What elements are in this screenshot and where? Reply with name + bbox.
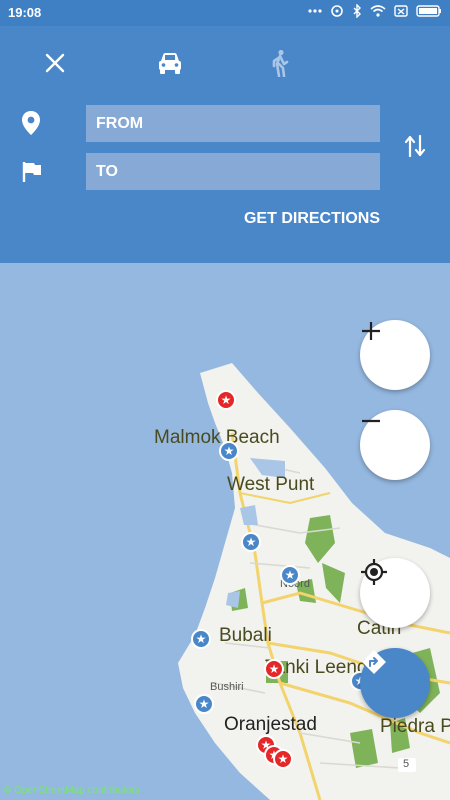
- map-label-bushiri: Bushiri: [210, 681, 244, 693]
- status-bar: 19:08: [0, 0, 450, 26]
- my-location-button[interactable]: [360, 558, 430, 628]
- origin-pin-icon: [17, 109, 45, 137]
- status-time: 19:08: [8, 5, 42, 20]
- map-attribution: © OpenStreetMap contributors: [4, 785, 140, 796]
- close-icon: [44, 52, 66, 79]
- map-road-number: 5: [403, 758, 410, 770]
- poi-marker-star[interactable]: ★: [264, 659, 284, 679]
- more-dots-icon: [308, 9, 322, 13]
- battery-icon: [416, 5, 442, 17]
- zoom-out-button[interactable]: [360, 410, 430, 480]
- sim-icon: [394, 5, 408, 17]
- map-label-west-punt: West Punt: [227, 474, 315, 495]
- poi-marker-star[interactable]: ★: [273, 749, 293, 769]
- bluetooth-icon: [352, 4, 362, 18]
- destination-flag-icon: [18, 158, 46, 186]
- poi-marker-star[interactable]: ★: [191, 629, 211, 649]
- status-icons: [308, 4, 442, 18]
- map-view[interactable]: Malmok Beach West Punt Noord Bubali Bush…: [0, 263, 450, 800]
- map-label-piedra-plat: Piedra Pl: [380, 716, 450, 737]
- walk-icon: [270, 49, 290, 82]
- poi-marker-star[interactable]: ★: [241, 532, 261, 552]
- to-field[interactable]: TO: [86, 153, 380, 190]
- from-field[interactable]: FROM: [86, 105, 380, 142]
- map-label-malmok-beach: Malmok Beach: [154, 427, 280, 448]
- map-label-bubali: Bubali: [219, 625, 272, 646]
- wifi-icon: [370, 5, 386, 17]
- close-button[interactable]: [33, 43, 77, 87]
- get-directions-button[interactable]: GET DIRECTIONS: [244, 210, 380, 228]
- sync-icon: [330, 4, 344, 18]
- directions-fab-button[interactable]: [360, 648, 430, 718]
- poi-marker-star[interactable]: ★: [216, 390, 236, 410]
- poi-marker-star[interactable]: ★: [219, 441, 239, 461]
- mode-walk-button[interactable]: [258, 43, 302, 87]
- map-label-oranjestad: Oranjestad: [224, 714, 317, 735]
- zoom-in-button[interactable]: [360, 320, 430, 390]
- swap-icon: [404, 134, 426, 163]
- mode-car-button[interactable]: [148, 43, 192, 87]
- directions-panel: FROM TO GET DIRECTIONS: [0, 26, 450, 263]
- car-icon: [157, 51, 183, 80]
- poi-marker-star[interactable]: ★: [280, 565, 300, 585]
- poi-marker-star[interactable]: ★: [194, 694, 214, 714]
- swap-button[interactable]: [393, 126, 437, 170]
